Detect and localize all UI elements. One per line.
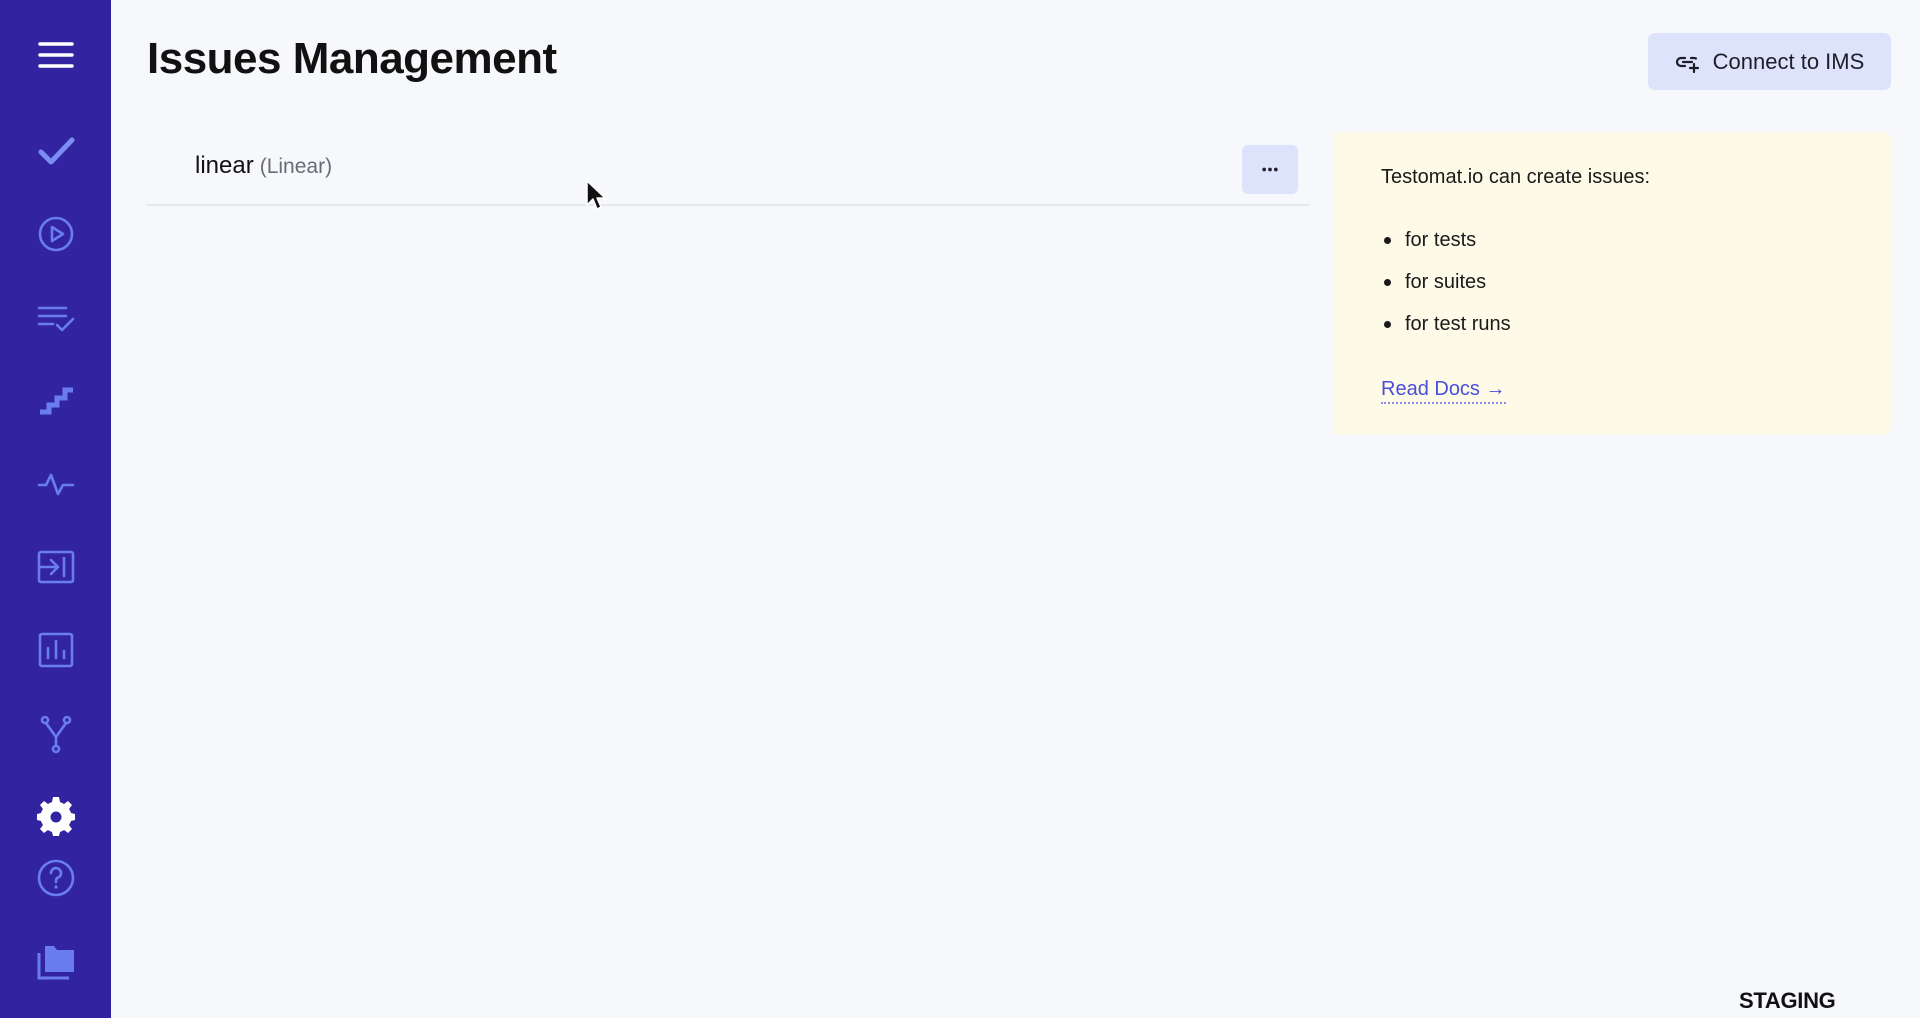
info-list-item: for test runs [1381, 312, 1511, 354]
sidebar-item-analytics[interactable] [0, 620, 111, 680]
info-heading: Testomat.io can create issues: [1381, 166, 1651, 188]
mouse-cursor-icon [586, 180, 606, 210]
page-title: Issues Management [147, 34, 557, 83]
sidebar-item-menu[interactable] [0, 25, 111, 85]
sidebar-item-plans[interactable] [0, 288, 111, 348]
checklist-icon [37, 306, 74, 332]
pulse-icon [37, 473, 74, 496]
sidebar-item-imports[interactable] [0, 537, 111, 597]
folders-icon [37, 946, 74, 980]
sidebar-item-steps[interactable] [0, 370, 111, 430]
info-list-item: for suites [1381, 270, 1511, 312]
environment-label: STAGING SERVER [1739, 988, 1836, 1018]
info-list-item: for tests [1381, 228, 1511, 270]
bar-chart-icon [38, 632, 73, 668]
info-list: for tests for suites for test runs [1381, 228, 1511, 354]
checkmark-icon [38, 137, 74, 165]
connect-to-ims-button[interactable]: Connect to IMS [1648, 33, 1891, 90]
read-docs-link[interactable]: Read Docs → [1381, 378, 1506, 404]
sidebar-item-branches[interactable] [0, 704, 111, 764]
gear-icon [36, 797, 75, 836]
sidebar-item-help[interactable] [0, 848, 111, 908]
sidebar [0, 0, 111, 1018]
ellipsis-icon [1262, 167, 1278, 172]
stairs-icon [39, 387, 73, 415]
sidebar-item-settings[interactable] [0, 787, 111, 847]
integration-name: linear [195, 152, 254, 179]
play-circle-icon [38, 216, 73, 252]
hamburger-menu-icon [37, 42, 74, 68]
app-root: Issues Management Connect to IMS linear(… [0, 0, 1920, 1018]
link-plus-icon [1675, 56, 1699, 73]
integration-row: linear (Linear) [147, 134, 1309, 206]
sidebar-item-tests[interactable] [0, 121, 111, 181]
info-panel: Testomat.io can create issues: for tests… [1333, 132, 1891, 435]
sidebar-item-runs[interactable] [0, 204, 111, 264]
connect-to-ims-label: Connect to IMS [1712, 48, 1865, 74]
import-icon [37, 550, 74, 584]
branch-icon [40, 715, 71, 754]
integration-more-button[interactable] [1242, 145, 1298, 194]
sidebar-item-projects[interactable] [0, 932, 111, 992]
integration-type: (Linear) [259, 155, 333, 178]
integration-title: linear (Linear) [195, 152, 332, 180]
help-circle-icon [37, 859, 74, 897]
sidebar-item-pulse[interactable] [0, 454, 111, 514]
